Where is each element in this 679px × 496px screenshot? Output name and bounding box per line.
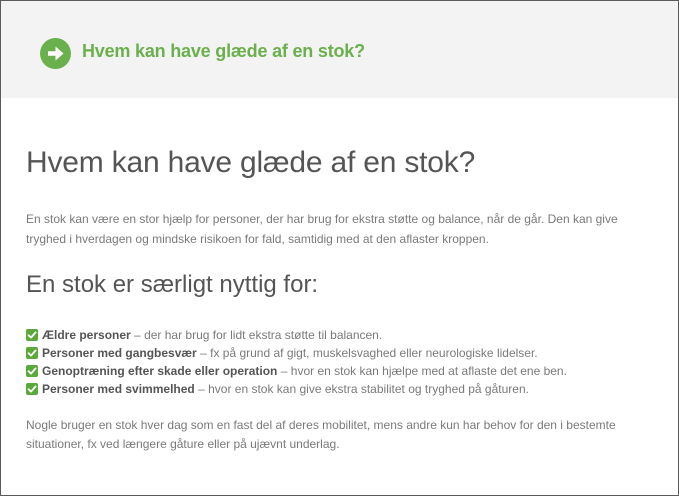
list-item-separator: – (134, 328, 141, 342)
list-item-term: Personer med svimmelhed (42, 382, 195, 396)
checkmark-icon (26, 383, 38, 395)
checkmark-icon (26, 347, 38, 359)
checkmark-icon (26, 365, 38, 377)
list-item-separator: – (280, 364, 288, 378)
accordion-header[interactable]: Hvem kan have glæde af en stok? (1, 1, 678, 98)
intro-paragraph: En stok kan være en stor hjælp for perso… (26, 212, 618, 246)
list-item-description: hvor en stok kan hjælpe med at aflaste d… (290, 364, 567, 378)
list-item-term: Personer med gangbesvær (42, 346, 197, 360)
list-item: Genoptræning efter skade eller operation… (26, 362, 666, 380)
list-item: Personer med svimmelhed – hvor en stok k… (26, 380, 666, 398)
checkmark-icon (26, 329, 38, 341)
list-item-description: der har brug for lidt ekstra støtte til … (144, 328, 383, 342)
list-item-description: fx på grund af gigt, muskelsvaghed eller… (210, 346, 538, 360)
accordion-title[interactable]: Hvem kan have glæde af en stok? (82, 41, 365, 62)
closing-paragraph: Nogle bruger en stok hver dag som en fas… (26, 418, 616, 451)
benefit-list: Ældre personer – der har brug for lidt e… (26, 326, 666, 398)
page-frame: Hvem kan have glæde af en stok? Hvem kan… (0, 0, 679, 496)
list-item-term: Genoptræning efter skade eller operation (42, 364, 278, 378)
list-item: Ældre personer – der har brug for lidt e… (26, 326, 666, 344)
section-heading: En stok er særligt nyttig for: (26, 271, 319, 298)
list-item: Personer med gangbesvær – fx på grund af… (26, 344, 666, 362)
list-item-separator: – (198, 382, 205, 396)
page-title: Hvem kan have glæde af en stok? (26, 146, 476, 179)
list-item-description: hvor en stok kan give ekstra stabilitet … (208, 382, 529, 396)
arrow-right-circle-icon (40, 38, 71, 69)
list-item-separator: – (200, 346, 207, 360)
list-item-term: Ældre personer (42, 328, 131, 342)
